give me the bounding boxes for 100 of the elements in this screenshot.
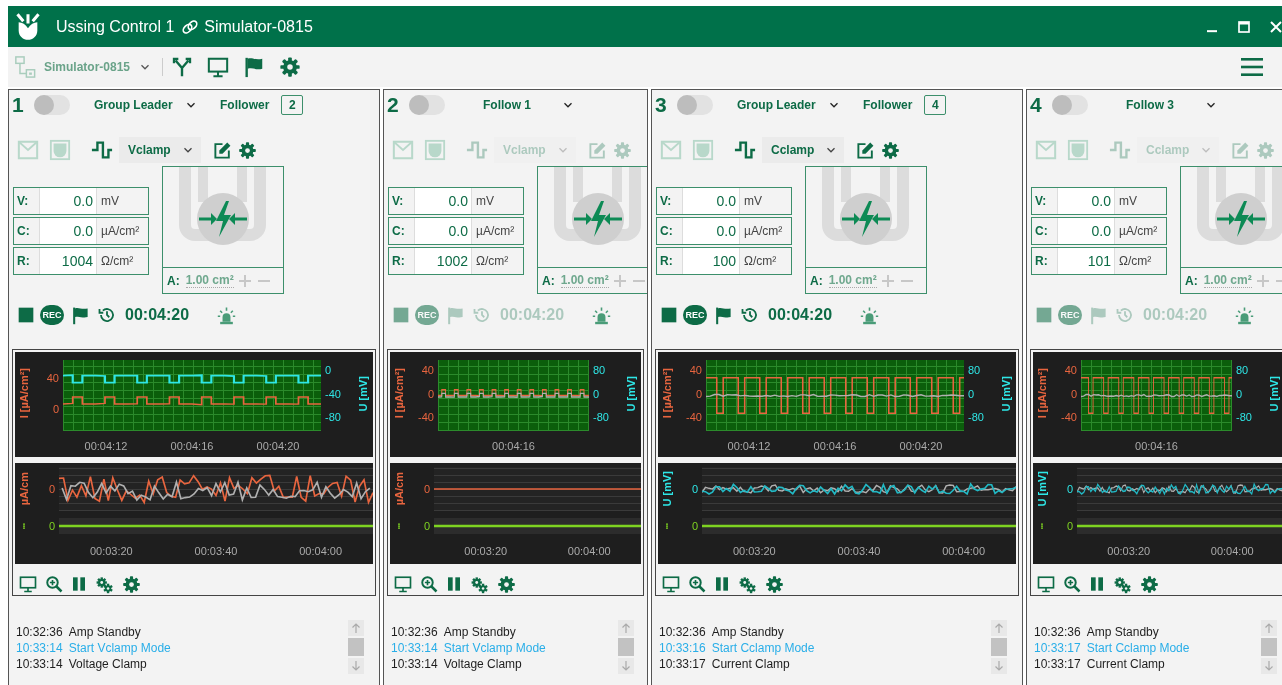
settings-icon[interactable] <box>881 140 900 160</box>
alarm-light-icon[interactable] <box>860 305 880 325</box>
group-dropdown[interactable]: Group Leader <box>737 98 841 112</box>
settings-icon[interactable] <box>765 574 784 594</box>
gears-icon[interactable] <box>95 574 114 594</box>
parameter-field[interactable]: V: 0.0 mV <box>1031 187 1167 215</box>
plus-icon[interactable] <box>611 272 628 289</box>
monitor-icon[interactable] <box>394 575 412 593</box>
scroll-up-icon[interactable] <box>1261 620 1277 636</box>
axis-tick: 00:03:20 <box>89 544 133 557</box>
edit-icon[interactable] <box>213 140 232 160</box>
settings-icon[interactable] <box>279 56 302 78</box>
axis-tick: 00:04:16 <box>492 440 535 452</box>
scrollbar-thumb[interactable] <box>348 638 364 656</box>
plus-icon[interactable] <box>879 272 896 289</box>
pause-icon[interactable] <box>714 575 730 593</box>
pause-icon[interactable] <box>1089 575 1105 593</box>
parameter-field[interactable]: R: 100 Ω/cm² <box>656 247 792 275</box>
stop-icon[interactable] <box>18 307 34 323</box>
mode-dropdown[interactable]: Cclamp <box>762 137 844 163</box>
gears-icon[interactable] <box>1113 574 1132 594</box>
axis-tick: 00:03:40 <box>837 544 881 557</box>
settings-icon[interactable] <box>1140 574 1159 594</box>
settings-icon[interactable] <box>497 574 516 594</box>
toggle-switch[interactable] <box>34 95 70 115</box>
scrollbar-thumb[interactable] <box>1261 638 1277 656</box>
record-button[interactable]: REC <box>40 305 64 325</box>
follower-count[interactable]: 2 <box>281 95 304 115</box>
parameter-field[interactable]: R: 101 Ω/cm² <box>1031 247 1167 275</box>
scrollbar-thumb[interactable] <box>991 638 1007 656</box>
scrollbar-thumb[interactable] <box>618 638 634 656</box>
group-dropdown[interactable]: Group Leader <box>94 98 198 112</box>
scroll-down-icon[interactable] <box>991 658 1007 674</box>
zoom-in-icon[interactable] <box>1063 575 1081 593</box>
fork-arrows-icon[interactable] <box>171 56 194 78</box>
zoom-in-icon[interactable] <box>688 575 706 593</box>
history-icon[interactable] <box>741 306 759 324</box>
scroll-down-icon[interactable] <box>1261 658 1277 674</box>
log-entry: 10:33:17 Current Clamp <box>659 656 791 672</box>
monitor-icon[interactable] <box>207 56 230 78</box>
step-pulse-icon[interactable] <box>91 139 113 161</box>
log-entry: 10:33:14 Start Vclamp Mode <box>391 640 547 656</box>
gears-icon[interactable] <box>738 574 757 594</box>
toggle-switch[interactable] <box>409 95 445 115</box>
window-title: Ussing Control 1 <box>56 17 175 36</box>
gears-icon[interactable] <box>470 574 489 594</box>
parameter-field[interactable]: V: 0.0 mV <box>656 187 792 215</box>
group-dropdown[interactable]: Follow 1 <box>483 98 575 112</box>
scroll-up-icon[interactable] <box>618 620 634 636</box>
mode-dropdown[interactable]: Vclamp <box>119 137 201 163</box>
parameter-field[interactable]: C: 0.0 µA/cm² <box>13 217 149 245</box>
history-icon[interactable] <box>98 306 116 324</box>
pause-icon[interactable] <box>71 575 87 593</box>
parameter-field[interactable]: R: 1002 Ω/cm² <box>388 247 524 275</box>
parameter-field[interactable]: C: 0.0 µA/cm² <box>656 217 792 245</box>
axis-tick: -40 <box>325 387 341 400</box>
parameter-field[interactable]: C: 0.0 µA/cm² <box>1031 217 1167 245</box>
parameter-field[interactable]: R: 1004 Ω/cm² <box>13 247 149 275</box>
scroll-up-icon[interactable] <box>348 620 364 636</box>
stop-icon[interactable] <box>661 307 677 323</box>
alarm-light-icon[interactable] <box>217 305 237 325</box>
clamp-bolt-icon[interactable] <box>1217 201 1265 237</box>
stop-icon[interactable] <box>1036 307 1052 323</box>
axis-tick: 00:04:12 <box>84 440 128 452</box>
axis-tick: 40 <box>46 371 59 384</box>
edit-icon[interactable] <box>856 140 875 160</box>
scroll-down-icon[interactable] <box>618 658 634 674</box>
flag-icon[interactable] <box>71 305 90 325</box>
monitor-icon[interactable] <box>1037 575 1055 593</box>
toggle-switch[interactable] <box>677 95 713 115</box>
group-dropdown[interactable]: Follow 3 <box>1126 98 1218 112</box>
scroll-up-icon[interactable] <box>991 620 1007 636</box>
scroll-down-icon[interactable] <box>348 658 364 674</box>
clamp-bolt-icon[interactable] <box>842 201 890 237</box>
settings-icon[interactable] <box>122 574 141 594</box>
settings-icon[interactable] <box>238 140 257 160</box>
clamp-bolt-icon[interactable] <box>199 201 247 237</box>
clamp-bolt-icon[interactable] <box>574 201 622 237</box>
record-button[interactable]: REC <box>683 305 707 325</box>
follower-count[interactable]: 4 <box>924 95 947 115</box>
flag-icon[interactable] <box>714 305 733 325</box>
zoom-in-icon[interactable] <box>45 575 63 593</box>
plus-icon[interactable] <box>1254 272 1271 289</box>
plus-icon[interactable] <box>236 272 253 289</box>
step-pulse-icon[interactable] <box>734 139 756 161</box>
monitor-icon[interactable] <box>19 575 37 593</box>
menu-icon[interactable] <box>1240 55 1264 79</box>
zoom-in-icon[interactable] <box>420 575 438 593</box>
pause-icon[interactable] <box>446 575 462 593</box>
alarm-light-icon[interactable] <box>1235 305 1255 325</box>
toggle-switch[interactable] <box>1052 95 1088 115</box>
network-icon[interactable] <box>14 56 36 78</box>
monitor-icon[interactable] <box>662 575 680 593</box>
channel-number: 3 <box>655 93 668 117</box>
alarm-light-icon[interactable] <box>592 305 612 325</box>
axis-tick: 0 <box>423 483 430 495</box>
stop-icon[interactable] <box>393 307 409 323</box>
parameter-field[interactable]: V: 0.0 mV <box>388 187 524 215</box>
parameter-field[interactable]: V: 0.0 mV <box>13 187 149 215</box>
parameter-field[interactable]: C: 0.0 µA/cm² <box>388 217 524 245</box>
